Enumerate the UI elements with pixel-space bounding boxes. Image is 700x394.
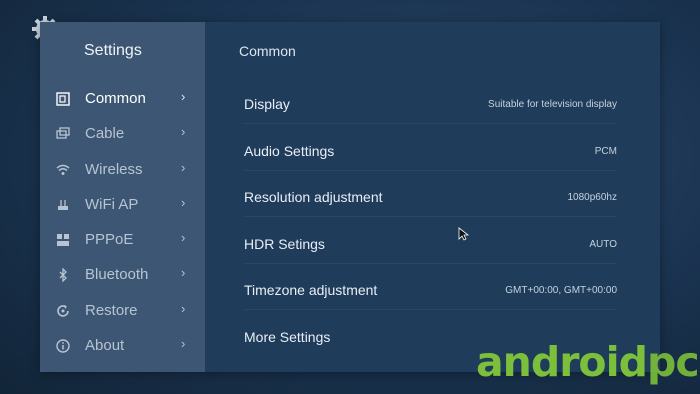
sidebar-item-label: Cable [85, 125, 125, 142]
chevron-right-icon: › [181, 265, 186, 280]
pppoe-icon [55, 232, 71, 248]
sidebar-item-label: Bluetooth [85, 266, 149, 283]
chevron-right-icon: › [181, 89, 186, 104]
setting-label: Display [244, 96, 290, 112]
setting-row-timezone[interactable]: Timezone adjustment GMT+00:00, GMT+00:00 [244, 271, 617, 310]
about-icon [55, 338, 71, 354]
setting-value: Suitable for television display [488, 98, 617, 110]
main-content: Common Display Suitable for television d… [205, 22, 660, 372]
sidebar: Settings Common › Cable › Wireless › WiF… [40, 22, 205, 372]
chevron-right-icon: › [181, 336, 186, 351]
settings-panel: Settings Common › Cable › Wireless › WiF… [40, 22, 660, 372]
setting-value: 1080p60hz [567, 191, 618, 203]
setting-value: PCM [594, 145, 617, 157]
sidebar-title: Settings [84, 42, 142, 59]
setting-label: More Settings [244, 329, 331, 345]
setting-row-hdr[interactable]: HDR Setings AUTO [244, 225, 617, 264]
cable-icon [55, 126, 71, 142]
sidebar-item-bluetooth[interactable]: Bluetooth › [40, 257, 205, 292]
page-title: Common [239, 43, 296, 59]
restore-icon [55, 303, 71, 319]
chevron-right-icon: › [181, 230, 186, 245]
sidebar-item-label: WiFi AP [85, 196, 139, 213]
chevron-right-icon: › [181, 160, 186, 175]
setting-label: Resolution adjustment [244, 189, 383, 205]
sidebar-item-cable[interactable]: Cable › [40, 116, 205, 151]
wifi-ap-icon [55, 197, 71, 213]
setting-value: AUTO [589, 238, 617, 250]
setting-row-display[interactable]: Display Suitable for television display [244, 85, 617, 124]
wifi-icon [55, 162, 71, 178]
setting-row-resolution[interactable]: Resolution adjustment 1080p60hz [244, 178, 617, 217]
sidebar-item-label: Restore [85, 302, 138, 319]
chevron-right-icon: › [181, 195, 186, 210]
sidebar-item-restore[interactable]: Restore › [40, 293, 205, 328]
setting-label: Audio Settings [244, 143, 335, 159]
sidebar-item-common[interactable]: Common › [40, 81, 205, 116]
common-icon [55, 91, 71, 107]
setting-label: HDR Setings [244, 236, 325, 252]
setting-row-audio[interactable]: Audio Settings PCM [244, 132, 617, 171]
sidebar-item-wifi-ap[interactable]: WiFi AP › [40, 187, 205, 222]
watermark-brand: android [476, 338, 648, 386]
sidebar-item-pppoe[interactable]: PPPoE › [40, 222, 205, 257]
chevron-right-icon: › [181, 301, 186, 316]
mouse-cursor-icon [458, 227, 470, 241]
sidebar-item-label: Wireless [85, 161, 143, 178]
sidebar-item-wireless[interactable]: Wireless › [40, 152, 205, 187]
watermark-suffix: pc [647, 338, 700, 386]
setting-value: GMT+00:00, GMT+00:00 [505, 284, 617, 296]
chevron-right-icon: › [181, 124, 186, 139]
sidebar-item-label: About [85, 337, 125, 354]
sidebar-item-label: Common [85, 90, 146, 107]
sidebar-item-about[interactable]: About › [40, 328, 205, 363]
sidebar-item-label: PPPoE [85, 231, 134, 248]
watermark-logo: androidpc [476, 338, 700, 386]
bluetooth-icon [55, 267, 71, 283]
setting-label: Timezone adjustment [244, 282, 378, 298]
